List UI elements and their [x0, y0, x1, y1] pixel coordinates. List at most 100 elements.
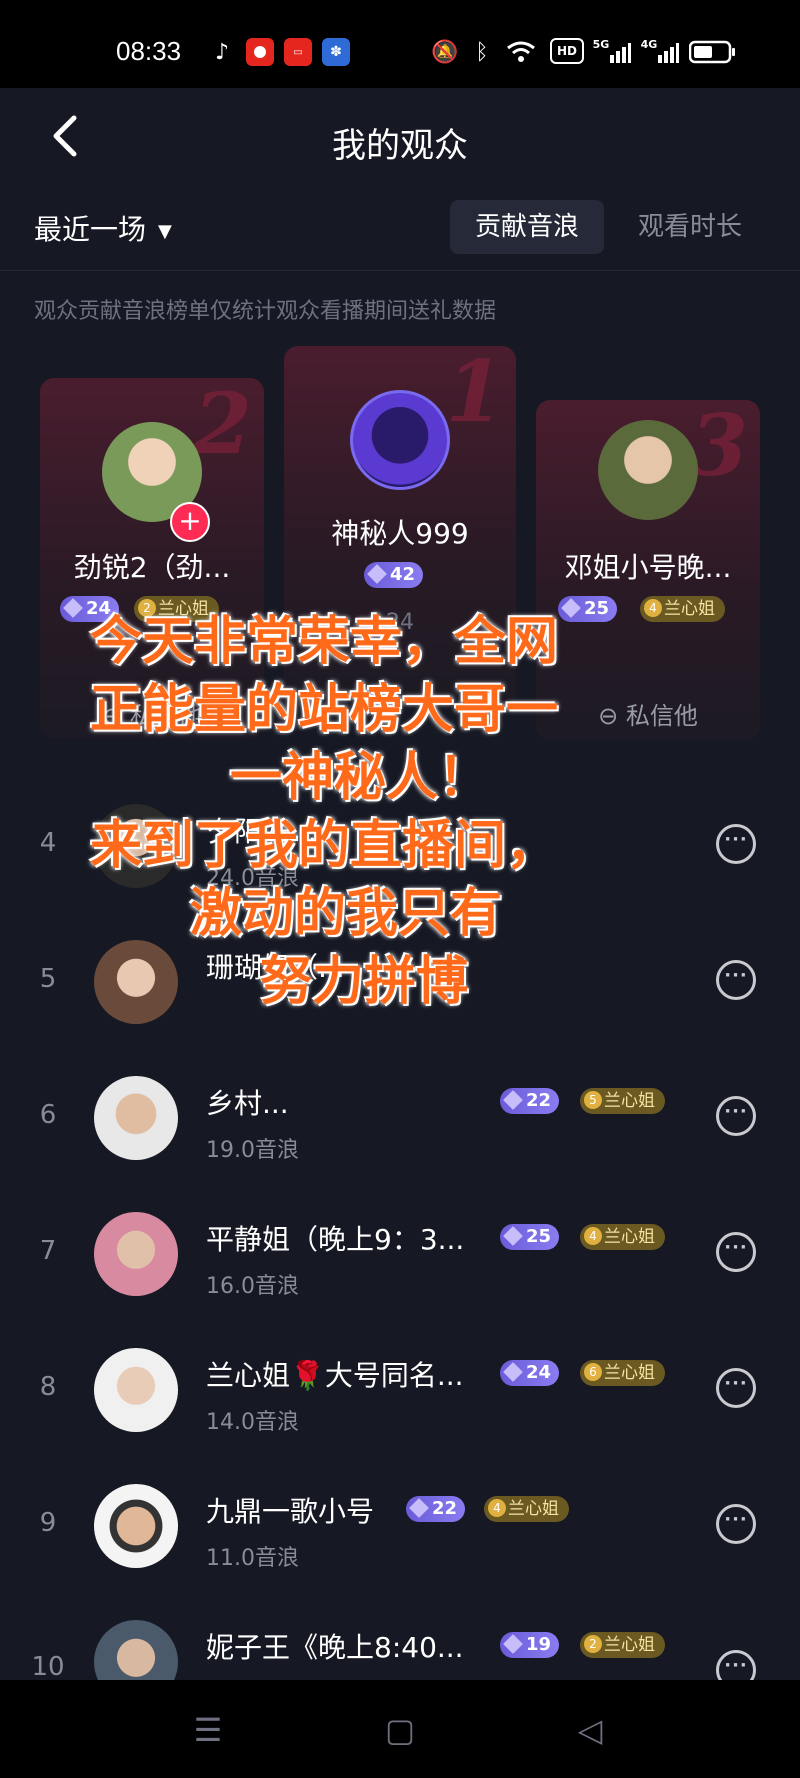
- level-value: 22: [526, 1090, 552, 1111]
- bluetooth-icon: ᛒ: [475, 39, 489, 65]
- fan-club-badge: 4 兰心姐: [484, 1496, 569, 1522]
- heart-icon: 4: [488, 1498, 506, 1517]
- list-item[interactable]: 8 兰心姐🌹大号同名... 24 6 兰心姐 14.0音浪 ···: [0, 1326, 800, 1456]
- avatar[interactable]: [94, 1484, 178, 1568]
- level-badge: 42: [364, 562, 424, 588]
- avatar[interactable]: [598, 420, 698, 520]
- overlay-line: 正能量的站榜大哥一: [90, 680, 559, 740]
- level-badge: 22: [500, 1088, 560, 1114]
- list-item[interactable]: 9 九鼎一歌小号 22 4 兰心姐 11.0音浪 ···: [0, 1462, 800, 1592]
- signal-5g-label: 5G: [592, 38, 610, 51]
- info-note: 观众贡献音浪榜单仅统计观众看播期间送礼数据: [34, 299, 497, 324]
- contribution-amount: 14.0音浪: [206, 1410, 299, 1435]
- rank-number: 2: [193, 374, 252, 473]
- caret-down-icon: ▼: [158, 220, 172, 242]
- gem-icon: [503, 1225, 523, 1246]
- divider: [0, 270, 800, 271]
- gem-icon: [503, 1089, 523, 1110]
- message-icon[interactable]: ···: [716, 1650, 756, 1680]
- rank-number: 3: [689, 396, 748, 495]
- home-icon[interactable]: ▢: [378, 1708, 422, 1752]
- level-value: 42: [390, 564, 416, 585]
- rank-number: 6: [39, 1100, 57, 1130]
- heart-icon: 5: [584, 1090, 602, 1109]
- rank-number: 9: [39, 1508, 57, 1538]
- message-icon[interactable]: ···: [716, 1368, 756, 1408]
- podium-name: 劲锐2（劲...: [73, 551, 231, 584]
- tab-watch-time[interactable]: 观看时长: [622, 200, 758, 254]
- fan-club-badge: 5 兰心姐: [580, 1088, 665, 1114]
- rank-number: 8: [39, 1372, 57, 1402]
- filter-label: 最近一场: [34, 213, 147, 246]
- menu-icon[interactable]: ☰: [186, 1708, 230, 1752]
- mute-icon: 🔕: [431, 39, 459, 65]
- heart-icon: 2: [584, 1634, 602, 1653]
- contribution-amount: 19.0音浪: [206, 1138, 299, 1163]
- level-value: 25: [526, 1226, 552, 1247]
- podium-name: 神秘人999: [331, 517, 469, 550]
- nav-bar: 我的观众: [0, 88, 800, 188]
- level-value: 22: [432, 1498, 458, 1519]
- fan-club-badge: 6 兰心姐: [580, 1360, 665, 1386]
- page-title: 我的观众: [332, 126, 468, 166]
- filter-dropdown[interactable]: 最近一场 ▼: [34, 208, 172, 248]
- heart-icon: 4: [584, 1226, 602, 1245]
- avatar[interactable]: [94, 1348, 178, 1432]
- gem-icon: [367, 563, 387, 584]
- overlay-line: 努力拼博: [260, 952, 469, 1012]
- list-item[interactable]: 7 平静姐（晚上9：3... 25 4 兰心姐 16.0音浪 ···: [0, 1190, 800, 1320]
- battery-icon: [688, 38, 738, 66]
- level-value: 24: [526, 1362, 552, 1383]
- tab-contribution[interactable]: 贡献音浪: [450, 200, 604, 254]
- overlay-line: 一神秘人！: [230, 748, 491, 808]
- rank-number: 10: [31, 1652, 65, 1680]
- user-name: 九鼎一歌小号: [206, 1495, 375, 1528]
- heart-icon: 6: [584, 1362, 602, 1381]
- signal-4g-icon: 4G: [640, 38, 680, 66]
- list-item[interactable]: 6 乡村... 22 5 兰心姐 19.0音浪 ···: [0, 1054, 800, 1184]
- avatar[interactable]: [94, 1212, 178, 1296]
- gem-icon: [409, 1497, 429, 1518]
- baidu-icon: ✽: [322, 38, 350, 66]
- contribution-amount: 11.0音浪: [206, 1546, 299, 1571]
- podium-name: 邓姐小号晚...: [564, 551, 732, 584]
- level-value: 19: [526, 1634, 552, 1655]
- fan-club-name: 兰心姐: [604, 1363, 655, 1383]
- hd-icon: HD: [550, 38, 584, 64]
- toutiao-icon: ▭: [284, 38, 312, 66]
- level-badge: 22: [406, 1496, 466, 1522]
- signal-4g-label: 4G: [640, 38, 658, 51]
- fan-club-badge: 2 兰心姐: [580, 1632, 665, 1658]
- back-triangle-icon[interactable]: ◁: [568, 1708, 612, 1752]
- user-name: 乡村...: [206, 1087, 289, 1120]
- avatar[interactable]: [94, 1620, 178, 1680]
- message-icon[interactable]: ···: [716, 1096, 756, 1136]
- fan-club-name: 兰心姐: [604, 1091, 655, 1111]
- clock: 08:33: [116, 36, 182, 66]
- app-icon-red: [246, 38, 274, 66]
- user-name: 平静姐（晚上9：3...: [206, 1223, 465, 1256]
- rank-number: 7: [39, 1236, 57, 1266]
- tiktok-icon: ♪: [214, 39, 230, 65]
- gem-icon: [503, 1361, 523, 1382]
- follow-plus-icon[interactable]: +: [170, 502, 210, 542]
- message-icon[interactable]: ···: [716, 1504, 756, 1544]
- user-name: 兰心姐🌹大号同名...: [206, 1359, 464, 1392]
- wifi-icon: [504, 38, 538, 66]
- level-badge: 19: [500, 1632, 560, 1658]
- contribution-amount: 16.0音浪: [206, 1274, 299, 1299]
- fan-club-name: 兰心姐: [604, 1227, 655, 1247]
- status-bar: 08:33 ♪ ▭ ✽ 🔕 ᛒ HD 5G 4G: [0, 0, 800, 88]
- level-badge: 25: [500, 1224, 560, 1250]
- message-icon[interactable]: ···: [716, 1232, 756, 1272]
- user-name: 妮子王《晚上8:40...: [206, 1631, 464, 1664]
- overlay-line: 来到了我的直播间，: [90, 816, 559, 876]
- gem-icon: [503, 1633, 523, 1654]
- system-nav-bar: ☰ ▢ ◁: [0, 1680, 800, 1778]
- list-item[interactable]: 10 妮子王《晚上8:40... 19 2 兰心姐 ···: [0, 1598, 800, 1680]
- rank-number: 1: [445, 342, 504, 441]
- avatar[interactable]: [94, 1076, 178, 1160]
- overlay-caption: 今天非常荣幸，全网 正能量的站榜大哥一 一神秘人！ 来到了我的直播间， 激动的我…: [60, 608, 750, 1016]
- fan-club-name: 兰心姐: [508, 1499, 559, 1519]
- avatar[interactable]: [350, 390, 450, 490]
